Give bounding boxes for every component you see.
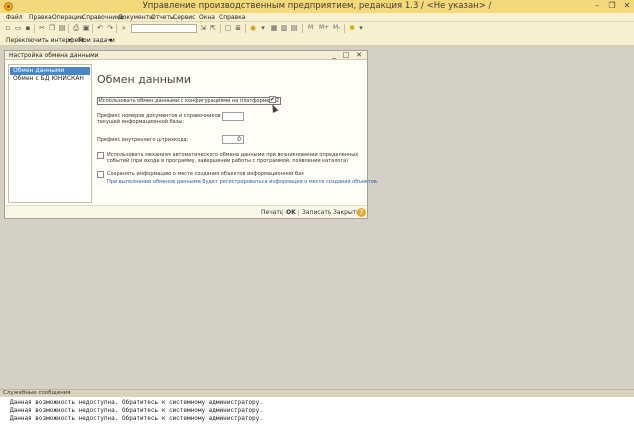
search-icon[interactable]: ⌕ — [120, 24, 128, 32]
menu-service[interactable]: Сервис — [173, 14, 195, 21]
save-location-label: Сохранять информацию о месте создания об… — [107, 171, 304, 177]
toolbar-separator — [302, 24, 303, 33]
message-line: Данная возможность недоступна. Обратитес… — [10, 407, 263, 414]
new-document-icon[interactable]: ▫ — [4, 24, 12, 32]
undo-icon[interactable]: ↶ — [96, 24, 104, 32]
message-line: Данная возможность недоступна. Обратитес… — [10, 399, 263, 406]
maximize-button[interactable]: ❐ — [605, 0, 619, 13]
menu-windows[interactable]: Окна — [199, 14, 215, 21]
work-area: Настройка обмена данными _ □ ✕ Обмен дан… — [0, 46, 634, 389]
menu-operations[interactable]: Операции — [52, 14, 84, 21]
prefix-docs-input[interactable] — [222, 112, 244, 121]
dropdown-icon[interactable]: ▾ — [68, 37, 71, 44]
print-button[interactable]: Печать — [261, 209, 283, 216]
form-header: Настройка обмена данными _ □ ✕ — [5, 51, 367, 60]
preview-icon[interactable]: ▣ — [82, 24, 90, 32]
search-next-icon[interactable]: ⇲ — [199, 24, 207, 32]
menu-edit[interactable]: Правка — [29, 14, 52, 21]
toolbar-separator — [220, 24, 221, 33]
help-button[interactable]: ? — [357, 208, 366, 217]
form-footer: Печать OK Записать Закрыть ? — [5, 205, 367, 218]
memory-plus-button[interactable]: M+ — [319, 24, 329, 31]
menu-reports[interactable]: Отчеты — [151, 14, 175, 21]
print-icon[interactable]: ⎙ — [72, 24, 80, 32]
calculator-icon[interactable]: ▦ — [270, 24, 278, 32]
barcode-prefix-label: Префикс внутреннего штрихкода: — [97, 137, 189, 143]
prefix-docs-label-line2: текущей информационной базы: — [97, 119, 185, 125]
toolbar-separator — [34, 24, 35, 33]
sidebar-item-uniscan[interactable]: Обмен с БД ЮНИСКАН — [10, 75, 90, 83]
form-minimize-button[interactable]: _ — [330, 51, 338, 59]
title-bar: Управление производственным предприятием… — [0, 0, 634, 13]
calendar-icon[interactable]: ▥ — [280, 24, 288, 32]
minimize-button[interactable]: – — [590, 0, 604, 13]
paste-icon[interactable]: ▤ — [58, 24, 66, 32]
use-exchange-label: Использовать обмен данными с конфигураци… — [97, 97, 282, 105]
form-title: Настройка обмена данными — [9, 52, 99, 59]
save-button[interactable]: Записать — [302, 209, 331, 216]
save-icon[interactable]: ▪ — [24, 24, 32, 32]
menu-documents[interactable]: Документы — [118, 14, 154, 21]
search-combo[interactable] — [131, 24, 197, 33]
messages-panel: Служебные сообщения Данная возможность н… — [0, 389, 634, 430]
exchange-list: Обмен данными Обмен с БД ЮНИСКАН — [8, 64, 92, 203]
footer-separator — [282, 209, 283, 216]
settings-form: Настройка обмена данными _ □ ✕ Обмен дан… — [4, 50, 378, 219]
close-window-button[interactable]: ✕ — [620, 0, 634, 13]
switch-interface-button[interactable]: Переключить интерфейс — [6, 37, 85, 44]
open-icon[interactable]: ▭ — [14, 24, 22, 32]
form-maximize-button[interactable]: □ — [342, 51, 350, 59]
copy-icon[interactable]: ❐ — [48, 24, 56, 32]
panel-bar: Переключить интерфейс ▾ Мои задачи ▾ — [0, 35, 634, 46]
save-location-checkbox[interactable] — [97, 171, 104, 178]
dropdown-icon[interactable]: ▾ — [259, 24, 267, 32]
toolbar-separator — [245, 24, 246, 33]
dropdown-icon[interactable]: ▾ — [109, 37, 112, 44]
barcode-prefix-input[interactable]: 0 — [222, 135, 244, 144]
toolbar-separator — [68, 24, 69, 33]
table-icon[interactable]: ▤ — [290, 24, 298, 32]
messages-title: Служебные сообщения — [3, 390, 71, 396]
cut-icon[interactable]: ✂ — [38, 24, 46, 32]
menu-bar: Файл Правка Операции Справочники Докумен… — [0, 13, 634, 22]
page-title: Обмен данными — [97, 73, 192, 86]
form-close-button[interactable]: ✕ — [355, 51, 363, 59]
sidebar-item-exchange[interactable]: Обмен данными — [10, 67, 90, 75]
footer-separator — [298, 209, 299, 216]
message-line: Данная возможность недоступна. Обратитес… — [10, 415, 263, 422]
window-title: Управление производственным предприятием… — [142, 1, 492, 11]
auto-exchange-label-line2: событий (при входе в программу, завершен… — [107, 158, 349, 164]
info-icon[interactable]: ◉ — [249, 24, 257, 32]
memory-button[interactable]: M — [308, 24, 313, 31]
toolbar: ▫ ▭ ▪ ✂ ❐ ▤ ⎙ ▣ ↶ ↷ ⌕ ⇲ ⇱ ▢ ≣ ◉ ▾ ▦ ▥ ▤ … — [0, 22, 634, 35]
dropdown-icon[interactable]: ▾ — [357, 24, 365, 32]
toolbar-separator — [116, 24, 117, 33]
form-content: Обмен данными Использовать обмен данными… — [95, 64, 378, 203]
search-prev-icon[interactable]: ⇱ — [209, 24, 217, 32]
tip-lightbulb-icon[interactable]: ✱ — [348, 24, 356, 32]
open-object-icon[interactable]: ▢ — [224, 24, 232, 32]
toolbar-separator — [92, 24, 93, 33]
menu-help[interactable]: Справка — [219, 14, 245, 21]
menu-file[interactable]: Файл — [6, 14, 23, 21]
memory-minus-button[interactable]: M- — [333, 24, 340, 31]
close-button[interactable]: Закрыть — [333, 209, 360, 216]
auto-exchange-checkbox[interactable] — [97, 152, 104, 159]
ok-button[interactable]: OK — [286, 209, 296, 216]
messages-header: Служебные сообщения — [0, 389, 634, 397]
toolbar-separator — [344, 24, 345, 33]
footer-separator — [329, 209, 330, 216]
redo-icon[interactable]: ↷ — [106, 24, 114, 32]
list-icon[interactable]: ≣ — [234, 24, 242, 32]
save-location-hint: При выполнении обменов данными будет рег… — [107, 179, 379, 185]
